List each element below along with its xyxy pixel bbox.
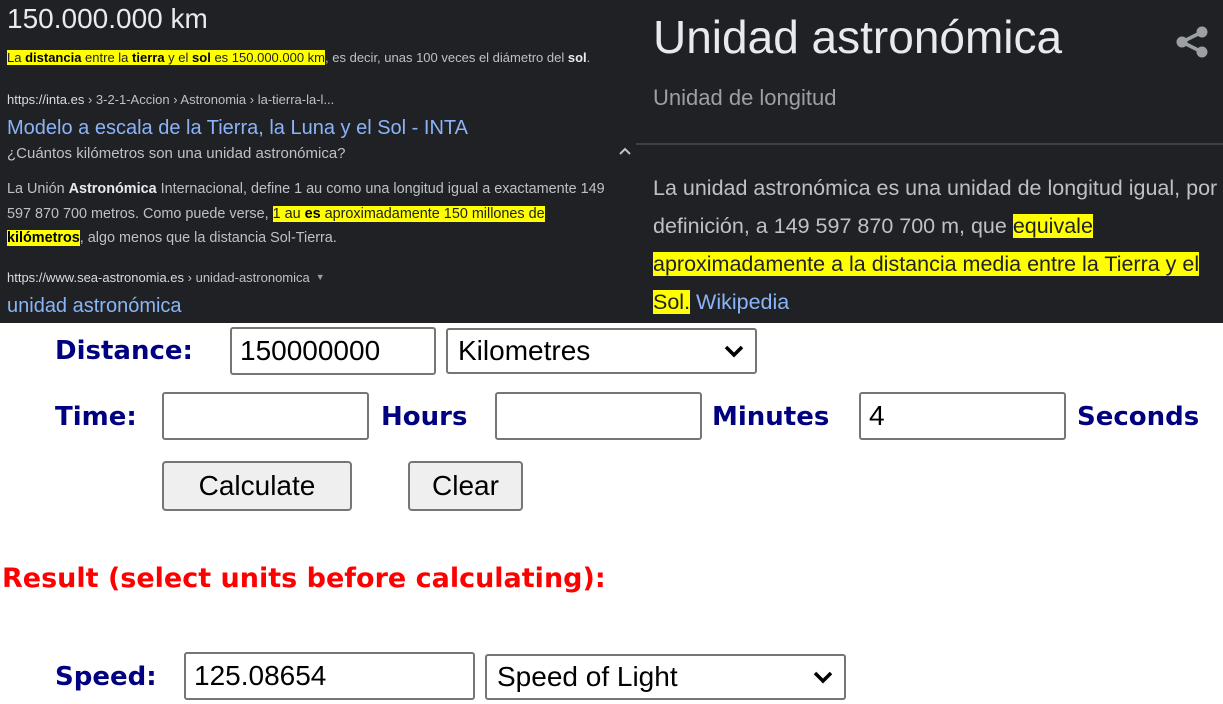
snippet-bold: sol [567,50,587,65]
related-question-text: ¿Cuántos kilómetros son una unidad astro… [7,145,346,162]
minutes-input[interactable] [495,392,702,440]
snippet-text: , es decir, unas 100 veces el diámetro d… [325,50,568,65]
featured-answer: 150.000.000 km [7,3,208,34]
snippet-bold: sol [192,50,211,65]
snippet-text: La [7,50,26,65]
cite-host: https://www.sea-astronomia.es [7,270,185,285]
distance-input[interactable] [230,327,436,375]
description-text: La unidad astronómica es una unidad de l… [653,176,1218,238]
speed-label: Speed: [55,662,157,692]
chevron-down-icon [724,345,744,358]
wikipedia-link[interactable]: Wikipedia [696,290,789,314]
speed-output[interactable] [184,652,475,700]
answer-text: La Unión [7,181,69,197]
seconds-input[interactable] [859,392,1066,440]
cite-host: https://inta.es [7,92,85,107]
answer-bold: es [304,205,321,222]
calculate-button[interactable]: Calculate [162,461,352,511]
result-1-title-link[interactable]: Modelo a escala de la Tierra, la Luna y … [7,117,468,140]
related-question[interactable]: ¿Cuántos kilómetros son una unidad astro… [7,145,634,162]
featured-snippet: La distancia entre la tierra y el sol es… [7,50,590,65]
snippet-bold: distancia [25,50,82,65]
search-results-panel: 150.000.000 km La distancia entre la tie… [0,0,636,323]
knowledge-panel: Unidad astronómica Unidad de longitud La… [636,0,1223,323]
answer-text: 1 au [272,205,305,222]
snippet-text: . [586,50,591,65]
snippet-bold: tierra [132,50,165,65]
knowledge-panel-subtitle: Unidad de longitud [653,85,837,110]
snippet-text: es 150.000.000 km [210,50,326,65]
knowledge-panel-description: La unidad astronómica es una unidad de l… [653,169,1223,321]
related-question-answer: La Unión Astronómica Internacional, defi… [7,177,627,251]
time-label: Time: [55,402,137,432]
answer-highlight: kilómetros [7,230,80,246]
answer-text: , algo menos que la distancia Sol-Tierra… [79,230,337,246]
cite-path: › unidad-astronomica [184,270,310,285]
snippet-text: y el [164,50,193,65]
snippet-highlight: La distancia entre la tierra y el sol es… [7,50,326,65]
distance-unit-value: Kilometres [458,335,591,366]
result-2-title-link[interactable]: unidad astronómica [7,295,182,318]
share-icon[interactable] [1174,24,1210,60]
minutes-label: Minutes [712,402,830,432]
divider [636,143,1223,145]
answer-highlight: 1 au es aproximadamente 150 millones de [272,205,545,222]
result-heading: Result (select units before calculating)… [2,563,606,594]
knowledge-panel-title: Unidad astronómica [653,11,1063,63]
distance-label: Distance: [55,336,193,366]
speed-unit-value: Speed of Light [497,661,678,692]
clear-button[interactable]: Clear [408,461,523,511]
speed-unit-select[interactable]: Speed of Light [485,654,846,700]
result-2-cite[interactable]: https://www.sea-astronomia.es › unidad-a… [7,270,325,285]
snippet-text: entre la [81,50,133,65]
chevron-down-icon [813,671,833,684]
answer-text: aproximadamente 150 millones de [320,205,545,222]
hours-label: Hours [381,402,468,432]
distance-unit-select[interactable]: Kilometres [446,328,757,374]
result-1-cite[interactable]: https://inta.es › 3-2-1-Accion › Astrono… [7,92,334,107]
seconds-label: Seconds [1077,402,1200,432]
answer-bold: Astronómica [68,181,157,197]
hours-input[interactable] [162,392,369,440]
chevron-up-icon[interactable] [618,144,632,158]
answer-bold: kilómetros [7,230,80,246]
caret-down-icon[interactable]: ▼ [316,272,325,282]
cite-path: › 3-2-1-Accion › Astronomia › la-tierra-… [84,92,335,107]
